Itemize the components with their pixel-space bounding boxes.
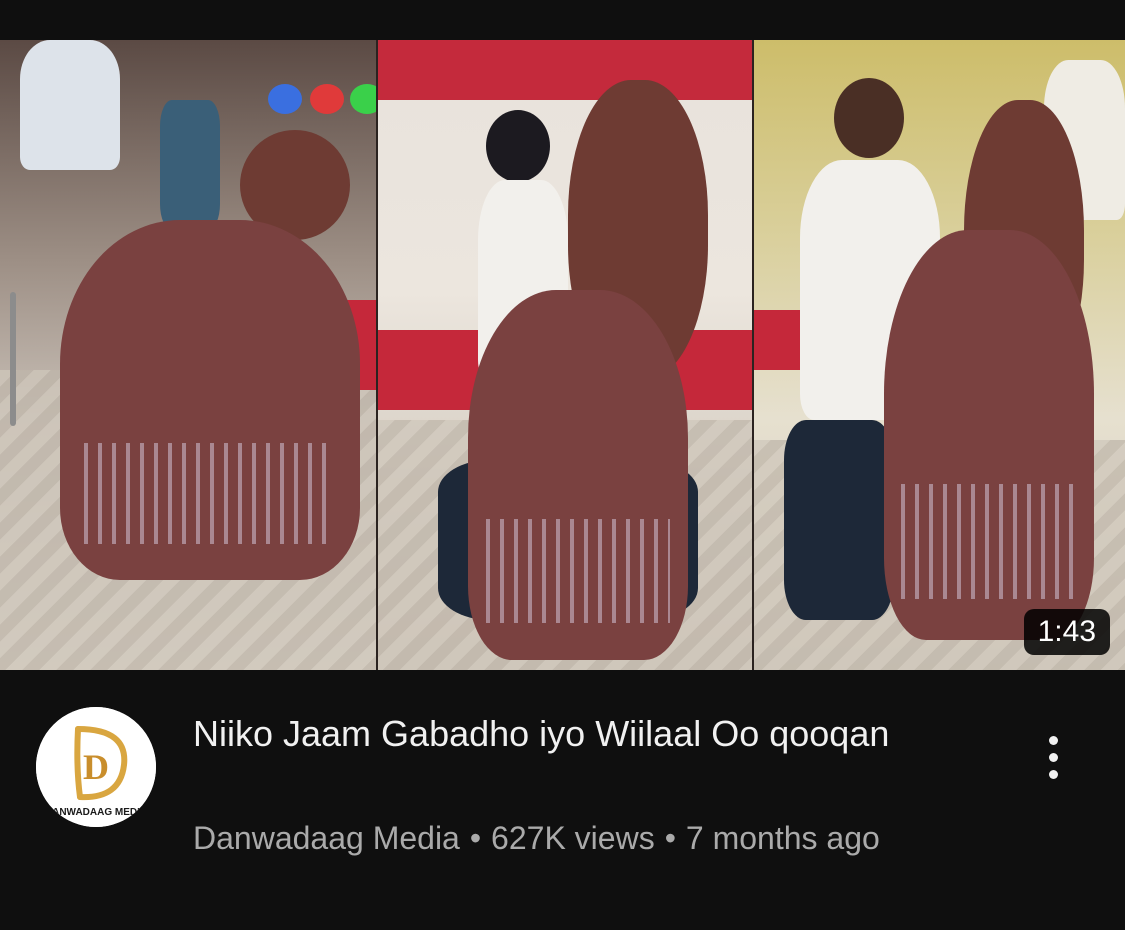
video-meta: D DANWADAAG MEDIA Niiko Jaam Gabadho iyo…	[0, 670, 1125, 930]
dress	[60, 220, 360, 580]
dress	[884, 230, 1094, 640]
channel-name[interactable]: Danwadaag Media	[193, 820, 460, 856]
bystander-child	[160, 100, 220, 230]
balloon-blue	[268, 84, 302, 114]
channel-logo-icon: D DANWADAAG MEDIA	[36, 707, 156, 827]
more-options-button[interactable]	[1030, 725, 1076, 789]
scroll-indicator[interactable]	[10, 292, 16, 426]
balloon-red	[310, 84, 344, 114]
thumbnail-panel-right	[754, 40, 1125, 670]
separator: •	[469, 820, 482, 856]
boy-head	[834, 78, 904, 158]
top-strip	[0, 0, 1125, 40]
video-thumbnail[interactable]: 1:43	[0, 40, 1125, 670]
svg-text:DANWADAAG MEDIA: DANWADAAG MEDIA	[45, 807, 147, 818]
vertical-dots-icon	[1048, 735, 1058, 745]
vertical-dots-icon	[1048, 752, 1058, 762]
video-title[interactable]: Niiko Jaam Gabadho iyo Wiilaal Oo qooqan	[193, 710, 913, 758]
man-head	[486, 110, 550, 182]
boy-pants	[784, 420, 894, 620]
bystander	[20, 40, 120, 170]
red-drape	[378, 40, 752, 100]
dress	[468, 290, 688, 660]
separator: •	[664, 820, 676, 856]
duration-badge: 1:43	[1023, 609, 1110, 655]
thumbnail-panel-left	[0, 40, 376, 670]
vertical-dots-icon	[1048, 769, 1058, 779]
channel-avatar[interactable]: D DANWADAAG MEDIA	[36, 707, 156, 827]
view-count: 627K views	[491, 820, 655, 856]
thumbnail-panel-middle	[378, 40, 752, 670]
svg-text:D: D	[83, 747, 109, 787]
balloon-green	[350, 84, 376, 114]
video-subline: Danwadaag Media • 627K views • 7 months ago	[193, 820, 880, 857]
upload-age: 7 months ago	[685, 820, 880, 856]
